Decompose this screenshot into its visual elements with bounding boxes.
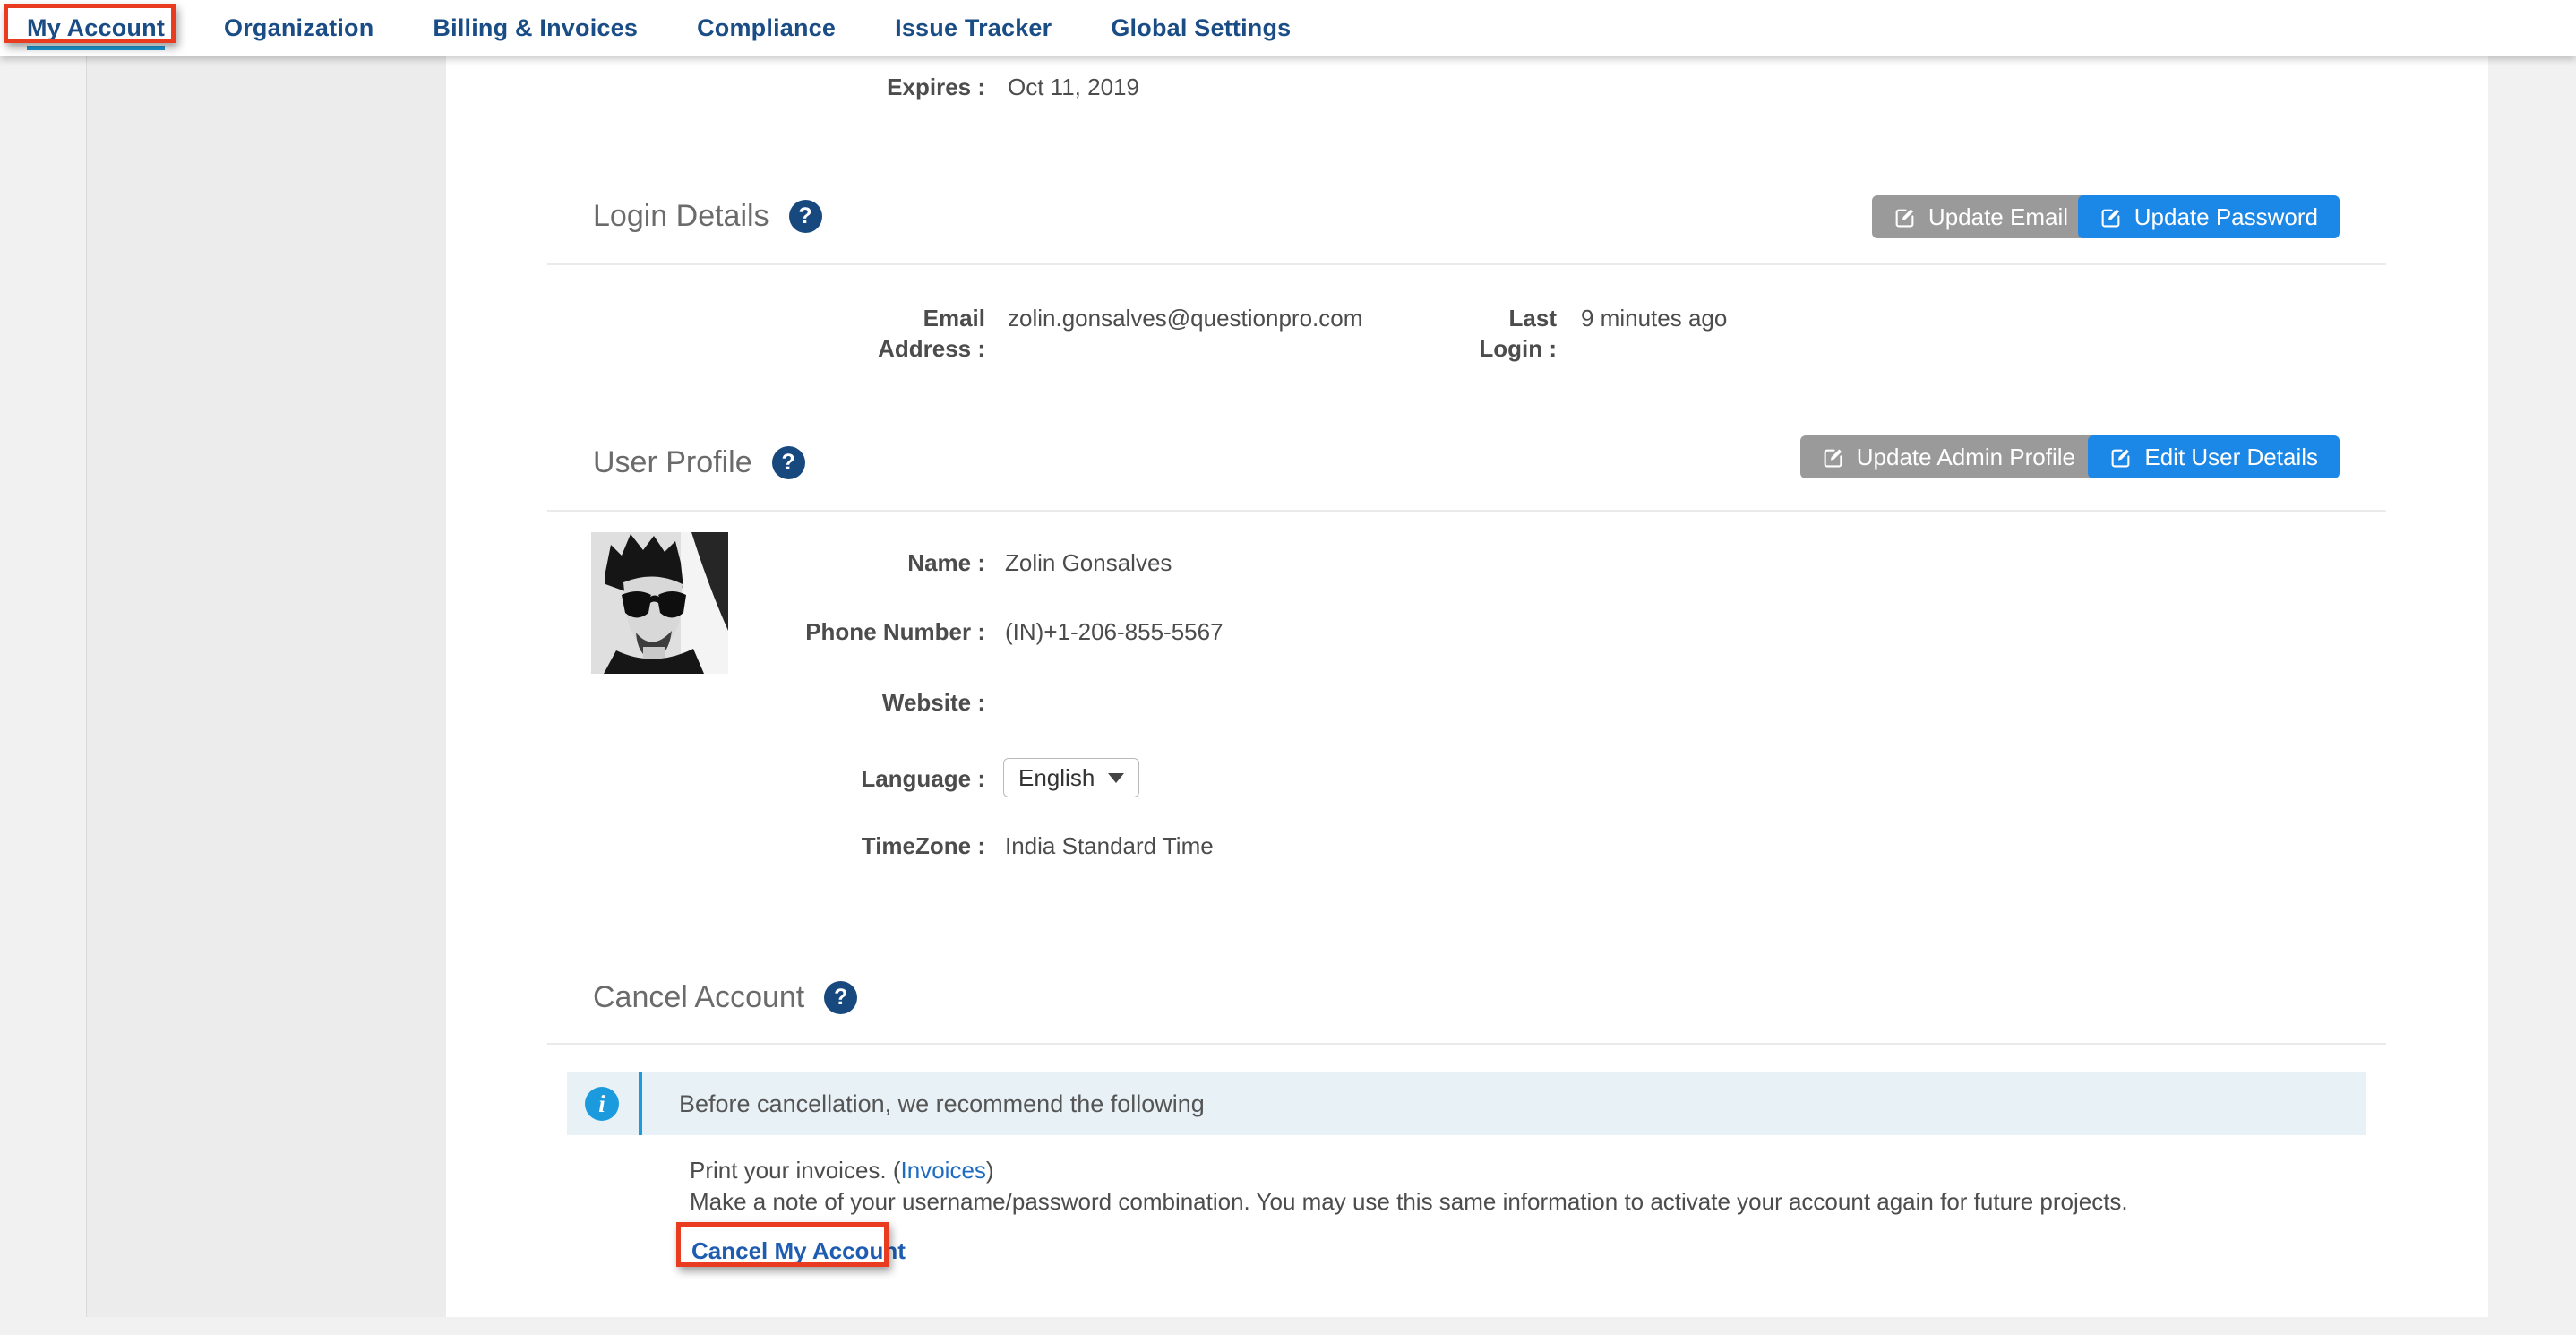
cancel-account-title: Cancel Account xyxy=(593,980,804,1015)
update-email-button[interactable]: Update Email xyxy=(1872,195,2090,238)
website-label: Website : xyxy=(717,687,985,718)
edit-user-details-button[interactable]: Edit User Details xyxy=(2088,435,2340,478)
info-icon: i xyxy=(585,1087,619,1121)
banner-text: Before cancellation, we recommend the fo… xyxy=(679,1072,1205,1135)
license-expires-row: Expires : Oct 11, 2019 xyxy=(446,72,1139,102)
login-details-header: Login Details ? xyxy=(593,199,822,234)
help-icon[interactable]: ? xyxy=(772,446,805,479)
avatar-photo xyxy=(591,532,728,674)
language-label: Language : xyxy=(717,763,985,794)
help-icon[interactable]: ? xyxy=(824,981,857,1014)
name-label: Name : xyxy=(717,547,985,578)
cancellation-info-banner: i Before cancellation, we recommend the … xyxy=(567,1072,2366,1135)
tab-my-account[interactable]: My Account xyxy=(27,14,165,42)
name-row: Name : Zolin Gonsalves xyxy=(717,547,1172,578)
section-divider xyxy=(547,510,2386,512)
update-admin-profile-label: Update Admin Profile xyxy=(1857,444,2075,471)
settings-sidebar xyxy=(86,56,446,1317)
tab-global-settings[interactable]: Global Settings xyxy=(1111,14,1291,42)
tab-billing-invoices[interactable]: Billing & Invoices xyxy=(433,14,638,42)
phone-value: (IN)+1-206-855-5567 xyxy=(1005,616,1224,647)
tab-organization[interactable]: Organization xyxy=(224,14,374,42)
section-divider xyxy=(547,263,2386,265)
timezone-row: TimeZone : India Standard Time xyxy=(717,831,1214,861)
login-details-title: Login Details xyxy=(593,199,769,234)
email-address-value: zolin.gonsalves@questionpro.com xyxy=(1008,303,1362,333)
last-login-row: Last Login : 9 minutes ago xyxy=(1458,303,1727,364)
last-login-label: Last Login : xyxy=(1458,303,1557,364)
edit-user-details-label: Edit User Details xyxy=(2144,444,2318,471)
update-password-label: Update Password xyxy=(2134,203,2318,231)
user-profile-header: User Profile ? xyxy=(593,445,805,480)
website-row: Website : xyxy=(717,687,1005,718)
invoices-line: Print your invoices. (Invoices) xyxy=(690,1156,994,1184)
last-login-value: 9 minutes ago xyxy=(1581,303,1727,333)
help-icon[interactable]: ? xyxy=(789,200,822,233)
top-navbar: My Account Organization Billing & Invoic… xyxy=(0,0,2576,56)
user-profile-title: User Profile xyxy=(593,445,752,480)
main-content-panel: Expires : Oct 11, 2019 Login Details ? U… xyxy=(446,56,2488,1317)
username-note-line: Make a note of your username/password co… xyxy=(690,1187,2128,1216)
cancel-account-header: Cancel Account ? xyxy=(593,980,857,1015)
invoices-line-suffix: ) xyxy=(986,1157,994,1184)
name-value: Zolin Gonsalves xyxy=(1005,547,1172,578)
edit-icon xyxy=(2109,446,2132,469)
update-email-label: Update Email xyxy=(1928,203,2068,231)
email-address-label: Email Address : xyxy=(851,303,985,364)
email-row: Email Address : zolin.gonsalves@question… xyxy=(851,303,1362,364)
invoices-link[interactable]: Invoices xyxy=(901,1157,986,1184)
edit-icon xyxy=(1893,206,1916,228)
edit-icon xyxy=(2099,206,2122,228)
banner-accent-line xyxy=(639,1072,642,1135)
edit-icon xyxy=(1822,446,1844,469)
tab-issue-tracker[interactable]: Issue Tracker xyxy=(895,14,1052,42)
expires-label: Expires : xyxy=(446,72,985,102)
expires-value: Oct 11, 2019 xyxy=(1008,72,1139,102)
language-row: Language : xyxy=(717,763,985,794)
timezone-value: India Standard Time xyxy=(1005,831,1214,861)
update-admin-profile-button[interactable]: Update Admin Profile xyxy=(1800,435,2097,478)
language-select[interactable]: English xyxy=(1003,758,1139,797)
update-password-button[interactable]: Update Password xyxy=(2078,195,2340,238)
phone-row: Phone Number : (IN)+1-206-855-5567 xyxy=(717,616,1224,647)
chevron-down-icon xyxy=(1108,773,1124,783)
timezone-label: TimeZone : xyxy=(717,831,985,861)
tab-compliance[interactable]: Compliance xyxy=(697,14,836,42)
avatar xyxy=(591,532,728,674)
section-divider xyxy=(547,1043,2386,1045)
cancel-my-account-link[interactable]: Cancel My Account xyxy=(691,1236,906,1265)
phone-label: Phone Number : xyxy=(717,616,985,647)
invoices-line-prefix: Print your invoices. ( xyxy=(690,1157,901,1184)
language-select-value: English xyxy=(1018,764,1095,792)
